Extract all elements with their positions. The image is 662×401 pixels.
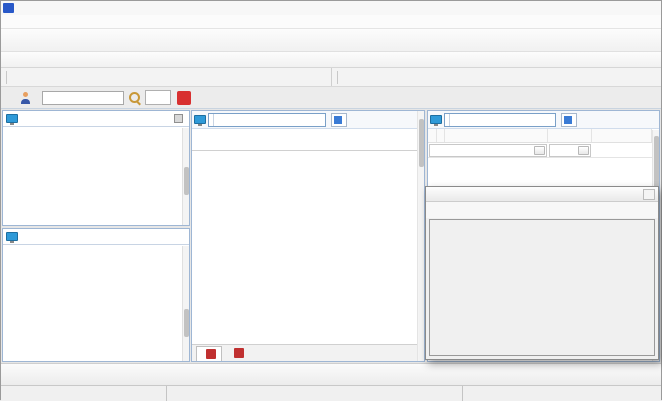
view-tab-bar	[1, 87, 661, 109]
column-header-size[interactable]	[548, 129, 592, 142]
name-filter-input[interactable]	[429, 144, 547, 157]
size-filter-input[interactable]	[549, 144, 591, 157]
close-tab-icon[interactable]	[206, 349, 216, 359]
chevron-down-icon[interactable]	[449, 114, 454, 126]
preview-close-button[interactable]	[643, 189, 655, 200]
image-preview-window	[425, 186, 659, 360]
view-style-icon	[334, 116, 342, 124]
column-header-name[interactable]	[428, 129, 548, 142]
close-button[interactable]	[642, 2, 659, 14]
menu-bar	[1, 15, 661, 29]
fit-image-icon[interactable]	[629, 204, 642, 217]
scrollbar-thumb[interactable]	[184, 309, 189, 337]
secondary-toolbar	[1, 52, 661, 68]
drive-bar-right	[331, 68, 661, 86]
app-window	[0, 0, 662, 400]
table-header	[428, 129, 652, 143]
google-button[interactable]	[145, 90, 171, 105]
drive-bar-left	[1, 68, 331, 86]
tree-root-combo[interactable]	[3, 111, 189, 127]
address-bar	[428, 111, 659, 129]
close-all-tabs-icon[interactable]	[234, 348, 244, 358]
status-bar	[1, 385, 661, 401]
thumbnail-grid	[192, 151, 424, 344]
divider	[337, 71, 338, 84]
drive-bar	[1, 68, 661, 87]
close-search-button[interactable]	[177, 91, 191, 105]
preview-info-bar	[426, 202, 658, 218]
address-bar	[192, 111, 424, 129]
folder-tab[interactable]	[196, 346, 222, 361]
minimize-button[interactable]	[606, 2, 623, 14]
function-key-bar	[1, 363, 661, 385]
chevron-down-icon[interactable]	[213, 114, 218, 126]
computer-icon	[194, 115, 206, 124]
desktop-icon	[6, 232, 18, 241]
scrollbar[interactable]	[182, 246, 189, 361]
main-toolbar	[1, 29, 661, 52]
sort-asc-icon	[440, 129, 445, 142]
scrollbar-thumb[interactable]	[419, 119, 424, 167]
computer-icon	[430, 115, 442, 124]
view-style-icon	[564, 116, 572, 124]
maximize-button[interactable]	[624, 2, 641, 14]
left-panel-status	[166, 386, 462, 401]
search-icon[interactable]	[127, 90, 142, 105]
folder-tree-top	[2, 110, 190, 226]
selection-status	[1, 386, 166, 401]
app-icon	[3, 3, 14, 13]
filter-funnel-icon[interactable]	[578, 146, 589, 155]
right-panel-status	[462, 386, 661, 401]
divider	[6, 71, 7, 84]
filter-row	[428, 143, 652, 158]
scrollbar[interactable]	[417, 111, 424, 361]
path-input[interactable]	[208, 113, 326, 127]
column-header-strip	[192, 129, 424, 151]
path-input[interactable]	[444, 113, 556, 127]
left-file-panel	[191, 110, 425, 362]
google-search-input[interactable]	[42, 91, 124, 105]
filter-funnel-icon[interactable]	[534, 146, 545, 155]
preview-title-bar[interactable]	[426, 187, 658, 202]
title-bar	[1, 1, 661, 15]
folder-tree-bottom	[2, 228, 190, 362]
view-style-combo[interactable]	[561, 113, 577, 127]
view-style-combo[interactable]	[331, 113, 347, 127]
folder-tab-bar	[192, 344, 424, 361]
profile-selector[interactable]	[19, 92, 34, 104]
desktop-icon	[6, 114, 18, 123]
scrollbar[interactable]	[182, 128, 189, 225]
tree-option-button[interactable]	[174, 114, 183, 123]
scrollbar-thumb[interactable]	[184, 167, 189, 195]
tree-root-combo[interactable]	[3, 229, 189, 245]
tree-column	[1, 109, 191, 363]
pin-preview-icon[interactable]	[642, 204, 655, 217]
user-icon	[19, 92, 31, 104]
preview-image	[429, 219, 655, 356]
column-header-type[interactable]	[592, 129, 652, 142]
